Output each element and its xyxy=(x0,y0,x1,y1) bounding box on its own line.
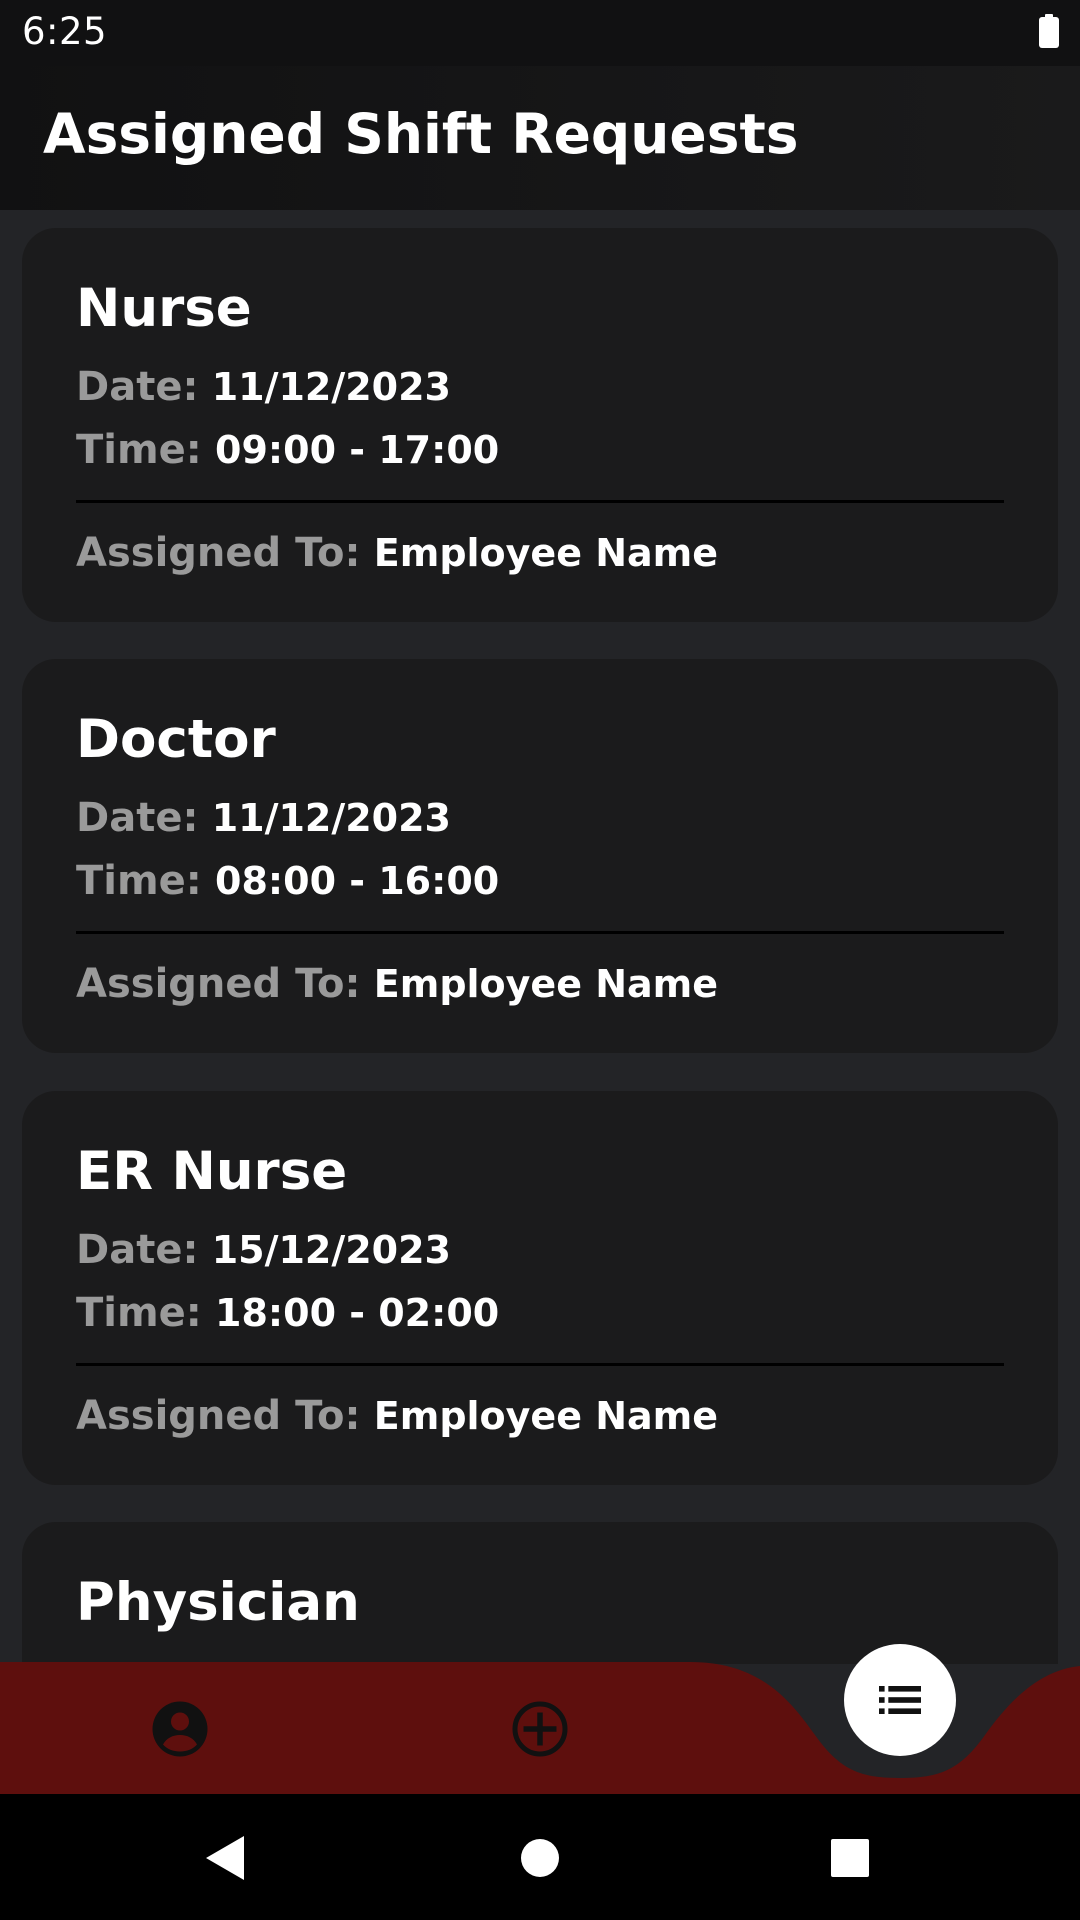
nav-add-shift-button[interactable] xyxy=(508,1697,572,1761)
shift-card[interactable]: Nurse Date: 11/12/2023 Time: 09:00 - 17:… xyxy=(22,228,1058,622)
shift-time-row: Time: 08:00 - 16:00 xyxy=(76,858,499,904)
time-label: Time: xyxy=(76,858,202,904)
shift-time: 08:00 - 16:00 xyxy=(215,859,500,903)
shift-time: 18:00 - 02:00 xyxy=(215,1291,500,1335)
date-label: Date: xyxy=(76,364,199,410)
shift-date: 15/12/2023 xyxy=(211,1228,451,1272)
shift-role: Doctor xyxy=(76,709,276,770)
shift-date-row: Date: 15/12/2023 xyxy=(76,1227,451,1273)
shift-time-row: Time: 18:00 - 02:00 xyxy=(76,1290,499,1336)
assigned-employee: Employee Name xyxy=(373,962,719,1006)
time-label: Time: xyxy=(76,427,202,473)
assigned-to-row: Assigned To: Employee Name xyxy=(76,961,718,1007)
status-time: 6:25 xyxy=(22,10,108,53)
shift-list[interactable]: Nurse Date: 11/12/2023 Time: 09:00 - 17:… xyxy=(0,210,1080,1664)
shift-card[interactable]: ER Nurse Date: 15/12/2023 Time: 18:00 - … xyxy=(22,1091,1058,1485)
shift-role: Physician xyxy=(76,1572,360,1633)
nav-list-button[interactable] xyxy=(844,1644,956,1756)
back-icon xyxy=(206,1836,244,1880)
shift-date: 11/12/2023 xyxy=(211,796,451,840)
system-recents-button[interactable] xyxy=(824,1832,876,1884)
assigned-employee: Employee Name xyxy=(373,531,719,575)
shift-role: ER Nurse xyxy=(76,1141,348,1202)
assigned-to-row: Assigned To: Employee Name xyxy=(76,530,718,576)
shift-card[interactable]: Doctor Date: 11/12/2023 Time: 08:00 - 16… xyxy=(22,659,1058,1053)
time-label: Time: xyxy=(76,1290,202,1336)
shift-date: 11/12/2023 xyxy=(211,365,451,409)
list-icon xyxy=(879,1686,921,1714)
assigned-to-label: Assigned To: xyxy=(76,530,361,576)
battery-full-icon xyxy=(1039,14,1059,48)
system-home-button[interactable] xyxy=(514,1832,566,1884)
shift-role: Nurse xyxy=(76,278,252,339)
system-back-button[interactable] xyxy=(200,1832,252,1884)
assigned-to-label: Assigned To: xyxy=(76,1393,361,1439)
shift-date-row: Date: 11/12/2023 xyxy=(76,795,451,841)
card-divider xyxy=(76,1363,1004,1366)
recents-icon xyxy=(831,1839,869,1877)
assigned-to-row: Assigned To: Employee Name xyxy=(76,1393,718,1439)
assigned-employee: Employee Name xyxy=(373,1394,719,1438)
app-bar: Assigned Shift Requests xyxy=(0,66,1080,210)
shift-date-row: Date: 11/12/2023 xyxy=(76,364,451,410)
date-label: Date: xyxy=(76,1227,199,1273)
account-circle-icon xyxy=(152,1701,208,1757)
card-divider xyxy=(76,931,1004,934)
date-label: Date: xyxy=(76,795,199,841)
page-title: Assigned Shift Requests xyxy=(43,102,799,166)
status-bar: 6:25 xyxy=(0,0,1080,66)
shift-time: 09:00 - 17:00 xyxy=(215,428,500,472)
system-navigation-bar xyxy=(0,1794,1080,1920)
home-icon xyxy=(521,1839,559,1877)
shift-time-row: Time: 09:00 - 17:00 xyxy=(76,427,499,473)
nav-profile-button[interactable] xyxy=(148,1697,212,1761)
add-circle-icon xyxy=(512,1701,568,1757)
assigned-to-label: Assigned To: xyxy=(76,961,361,1007)
card-divider xyxy=(76,500,1004,503)
